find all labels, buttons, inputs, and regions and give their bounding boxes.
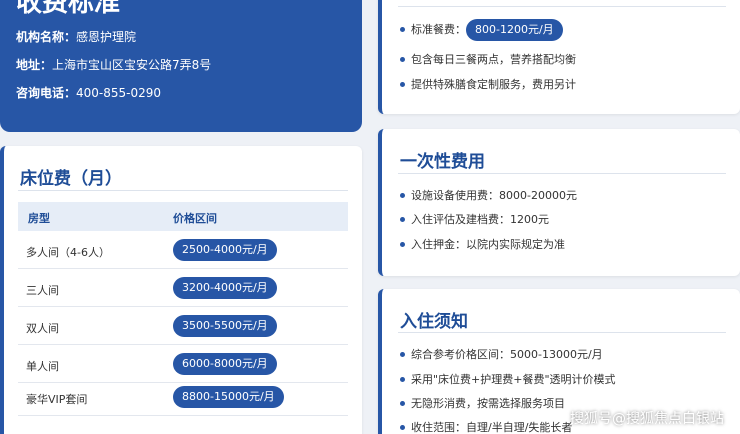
room-type: 豪华VIP套间: [26, 393, 88, 406]
org-line: 机构名称：感恩护理院: [16, 30, 346, 44]
bullet-icon: [400, 241, 405, 247]
notice-divider: [398, 332, 726, 333]
bullet-icon: [400, 424, 405, 430]
bed-fee-divider: [18, 190, 348, 191]
org-value: 感恩护理院: [76, 30, 137, 44]
phone-value[interactable]: 400-855-0290: [76, 86, 161, 100]
one-time-item: 入住评估及建档费：1200元: [411, 213, 549, 226]
meal-price-badge: 800-1200元/月: [466, 19, 563, 41]
phone-line: 咨询电话：400-855-0290: [16, 86, 346, 100]
list-item: 入住押金：以院内实际规定为准: [400, 236, 565, 252]
list-item: 包含每日三餐两点，营养搭配均衡: [400, 51, 576, 67]
page: 收费标准 机构名称：感恩护理院 地址：上海市宝山区宝安公路7弄8号 咨询电话：4…: [0, 0, 740, 434]
notice-item: 无隐形消费，按需选择服务项目: [411, 397, 565, 410]
bed-fee-title: 床位费（月）: [20, 169, 122, 189]
header-card: 收费标准 机构名称：感恩护理院 地址：上海市宝山区宝安公路7弄8号 咨询电话：4…: [0, 0, 362, 132]
price-badge: 2500-4000元/月: [173, 239, 277, 261]
one-time-title: 一次性费用: [400, 152, 485, 172]
price-badge: 3500-5500元/月: [173, 315, 277, 337]
bullet-icon: [400, 216, 405, 222]
page-title: 收费标准: [16, 0, 121, 18]
notice-item: 收住范围：自理/半自理/失能长者: [411, 421, 573, 434]
meal-item: 提供特殊膳食定制服务，费用另计: [411, 78, 576, 91]
list-item: 标准餐费： 800-1200元/月: [400, 19, 563, 41]
notice-title: 入住须知: [400, 312, 468, 332]
org-label: 机构名称：: [16, 30, 77, 44]
bullet-icon: [400, 81, 405, 87]
bullet-icon: [400, 26, 405, 32]
bed-fee-card: 床位费（月） 房型 价格区间 多人间（4-6人） 2500-4000元/月 三人…: [0, 146, 362, 434]
meal-divider: [398, 6, 726, 7]
table-row: 双人间 3500-5500元/月: [18, 307, 348, 345]
table-row: 三人间 3200-4000元/月: [18, 269, 348, 307]
meal-label: 标准餐费：: [411, 23, 466, 36]
list-item: 提供特殊膳食定制服务，费用另计: [400, 76, 576, 92]
table-row: 多人间（4-6人） 2500-4000元/月: [18, 231, 348, 269]
one-time-item: 入住押金：以院内实际规定为准: [411, 238, 565, 251]
bed-fee-table-header: 房型 价格区间: [18, 202, 348, 231]
list-item: 入住评估及建档费：1200元: [400, 211, 549, 227]
one-time-fee-card: 一次性费用 设施设备使用费：8000-20000元 入住评估及建档费：1200元…: [378, 129, 740, 276]
price-badge: 6000-8000元/月: [173, 353, 277, 375]
list-item: 综合参考价格区间：5000-13000元/月: [400, 346, 603, 362]
one-time-divider: [398, 173, 726, 174]
meal-fee-card: 标准餐费： 800-1200元/月 包含每日三餐两点，营养搭配均衡 提供特殊膳食定…: [378, 0, 740, 114]
list-item: 设施设备使用费：8000-20000元: [400, 187, 577, 203]
meal-item: 包含每日三餐两点，营养搭配均衡: [411, 53, 576, 66]
one-time-item: 设施设备使用费：8000-20000元: [411, 189, 577, 202]
price-badge: 8800-15000元/月: [173, 386, 284, 408]
bullet-icon: [400, 56, 405, 62]
address-line: 地址：上海市宝山区宝安公路7弄8号: [16, 58, 346, 72]
bullet-icon: [400, 351, 405, 357]
notice-item: 综合参考价格区间：5000-13000元/月: [411, 348, 603, 361]
room-type: 双人间: [26, 322, 59, 335]
bullet-icon: [400, 400, 405, 406]
watermark: 搜狐号@搜狐焦点白银站: [570, 411, 724, 427]
bullet-icon: [400, 192, 405, 198]
room-type: 单人间: [26, 360, 59, 373]
column-header-type: 房型: [28, 212, 50, 225]
list-item: 采用"床位费+护理费+餐费"透明计价模式: [400, 371, 616, 387]
table-row: 豪华VIP套间 8800-15000元/月: [18, 378, 348, 416]
room-type: 三人间: [26, 284, 59, 297]
column-header-price: 价格区间: [173, 212, 217, 225]
bullet-icon: [400, 376, 405, 382]
notice-item: 采用"床位费+护理费+餐费"透明计价模式: [411, 373, 616, 386]
address-value: 上海市宝山区宝安公路7弄8号: [52, 58, 212, 72]
address-label: 地址：: [16, 58, 53, 72]
room-type: 多人间（4-6人）: [26, 246, 110, 259]
price-badge: 3200-4000元/月: [173, 277, 277, 299]
phone-label: 咨询电话：: [16, 86, 77, 100]
list-item: 无隐形消费，按需选择服务项目: [400, 395, 565, 411]
list-item: 收住范围：自理/半自理/失能长者: [400, 419, 572, 434]
